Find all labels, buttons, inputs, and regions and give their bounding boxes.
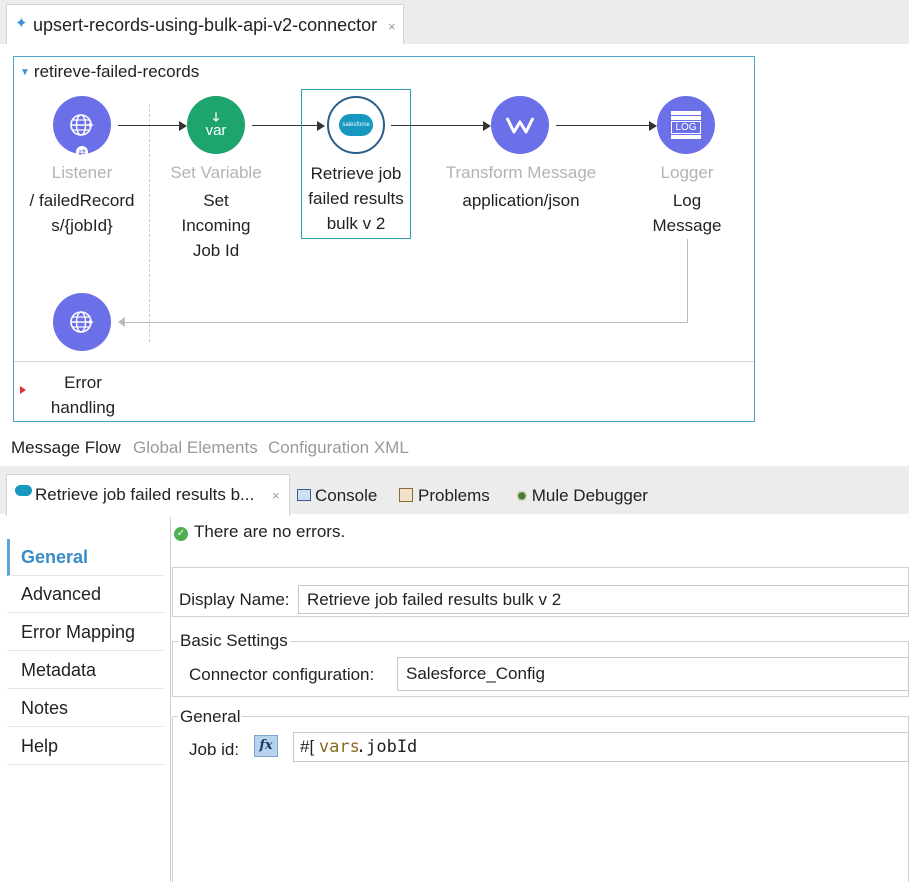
- editor-tab[interactable]: ✦ upsert-records-using-bulk-api-v2-conne…: [6, 4, 404, 44]
- set-variable-node-icon[interactable]: 🡓 var: [187, 96, 245, 154]
- flow-arrow: [118, 125, 180, 126]
- response-node-icon[interactable]: [53, 293, 111, 351]
- error-handling-label[interactable]: Error handling: [36, 370, 130, 420]
- salesforce-node-icon[interactable]: salesforce: [327, 96, 385, 154]
- logger-type: Logger: [660, 163, 714, 182]
- collapse-triangle-icon[interactable]: ▼: [20, 67, 30, 78]
- mule-file-icon: ✦: [15, 15, 28, 32]
- flow-header[interactable]: ▼ retireve-failed-records: [20, 62, 199, 82]
- tab-mule-debugger-label: Mule Debugger: [531, 486, 648, 505]
- basic-settings-label: Basic Settings: [178, 631, 290, 651]
- check-circle-icon: ✓: [174, 527, 188, 541]
- listener-label: / failedRecord s/{jobId}: [29, 191, 135, 235]
- error-divider: [14, 361, 754, 362]
- status-message: ✓ There are no errors.: [174, 522, 345, 542]
- tab-properties[interactable]: Retrieve job failed results b... ×: [6, 474, 290, 516]
- dataweave-icon: [505, 117, 535, 134]
- general-group-label: General: [178, 707, 243, 727]
- expand-triangle-icon[interactable]: [20, 386, 26, 394]
- properties-sidebar: General Advanced Error Mapping Metadata …: [7, 517, 164, 882]
- transform-node-icon[interactable]: [491, 96, 549, 154]
- tab-console-label: Console: [315, 486, 378, 505]
- status-text: There are no errors.: [194, 522, 346, 541]
- logger-node-icon[interactable]: LOG: [657, 96, 715, 154]
- display-name-label: Display Name:: [179, 590, 290, 609]
- debug-bug-icon: ✹: [516, 488, 528, 504]
- connector-config-label: Connector configuration:: [189, 665, 375, 684]
- salesforce-icon: [15, 485, 32, 496]
- logger-label: Log Message: [652, 191, 722, 235]
- expr-prefix: #[: [300, 737, 315, 756]
- fx-expression-toggle[interactable]: fx: [254, 735, 278, 757]
- log-bar: [671, 116, 701, 120]
- sidebar-item-error-mapping[interactable]: Error Mapping: [7, 614, 164, 651]
- flow-arrow: [556, 125, 650, 126]
- connector-config-select[interactable]: Salesforce_Config: [397, 657, 909, 691]
- log-icon-text: LOG: [671, 121, 701, 134]
- log-bar: [671, 135, 701, 139]
- log-bar: [671, 111, 701, 115]
- set-variable-label: Set Incoming Job Id: [181, 191, 251, 260]
- set-variable-type: Set Variable: [170, 163, 262, 182]
- return-line: [687, 239, 688, 323]
- arrowhead: [649, 121, 657, 131]
- tab-problems-label: Problems: [418, 486, 490, 505]
- source-divider: [149, 104, 150, 342]
- tab-configuration-xml[interactable]: Configuration XML: [268, 438, 409, 458]
- tab-mule-debugger[interactable]: ✹ Mule Debugger: [516, 486, 648, 523]
- return-arrowhead: [118, 317, 125, 327]
- sidebar-item-advanced[interactable]: Advanced: [7, 576, 164, 613]
- tab-properties-label: Retrieve job failed results b...: [35, 485, 255, 504]
- display-name-field[interactable]: Retrieve job failed results bulk v 2: [298, 585, 909, 614]
- job-id-label: Job id:: [189, 740, 240, 759]
- sidebar-item-notes[interactable]: Notes: [7, 690, 164, 727]
- problems-icon: [399, 488, 413, 502]
- sidebar-item-general[interactable]: General: [7, 539, 164, 576]
- salesforce-label: Retrieve job failed results bulk v 2: [308, 164, 404, 233]
- expr-vars: vars: [318, 737, 360, 757]
- return-line: [122, 322, 688, 323]
- arrowhead: [179, 121, 187, 131]
- transform-type: Transform Message: [445, 163, 597, 182]
- flow-name: retireve-failed-records: [33, 62, 200, 81]
- sidebar-divider: [170, 517, 171, 882]
- close-icon[interactable]: ×: [388, 19, 396, 34]
- listener-type: Listener: [51, 163, 113, 182]
- tab-global-elements[interactable]: Global Elements: [133, 438, 258, 458]
- sync-badge-icon: ⇄: [76, 146, 88, 158]
- tab-message-flow[interactable]: Message Flow: [11, 438, 121, 458]
- tab-problems[interactable]: Problems: [399, 486, 490, 523]
- job-id-expression-input[interactable]: #[ vars.jobId: [293, 732, 909, 762]
- var-icon-text: var: [205, 122, 227, 139]
- sidebar-item-help[interactable]: Help: [7, 728, 164, 765]
- arrowhead: [483, 121, 491, 131]
- tab-console[interactable]: Console: [297, 486, 377, 523]
- close-icon[interactable]: ×: [272, 488, 280, 503]
- expr-rest: .jobId: [355, 737, 418, 757]
- transform-label: application/json: [462, 191, 580, 210]
- globe-icon: [70, 311, 94, 333]
- editor-tab-title: upsert-records-using-bulk-api-v2-connect…: [33, 15, 378, 35]
- sidebar-item-metadata[interactable]: Metadata: [7, 652, 164, 689]
- flow-arrow: [391, 125, 484, 126]
- console-icon: [297, 489, 311, 501]
- globe-icon: [70, 114, 94, 136]
- salesforce-cloud-icon: salesforce: [339, 114, 373, 136]
